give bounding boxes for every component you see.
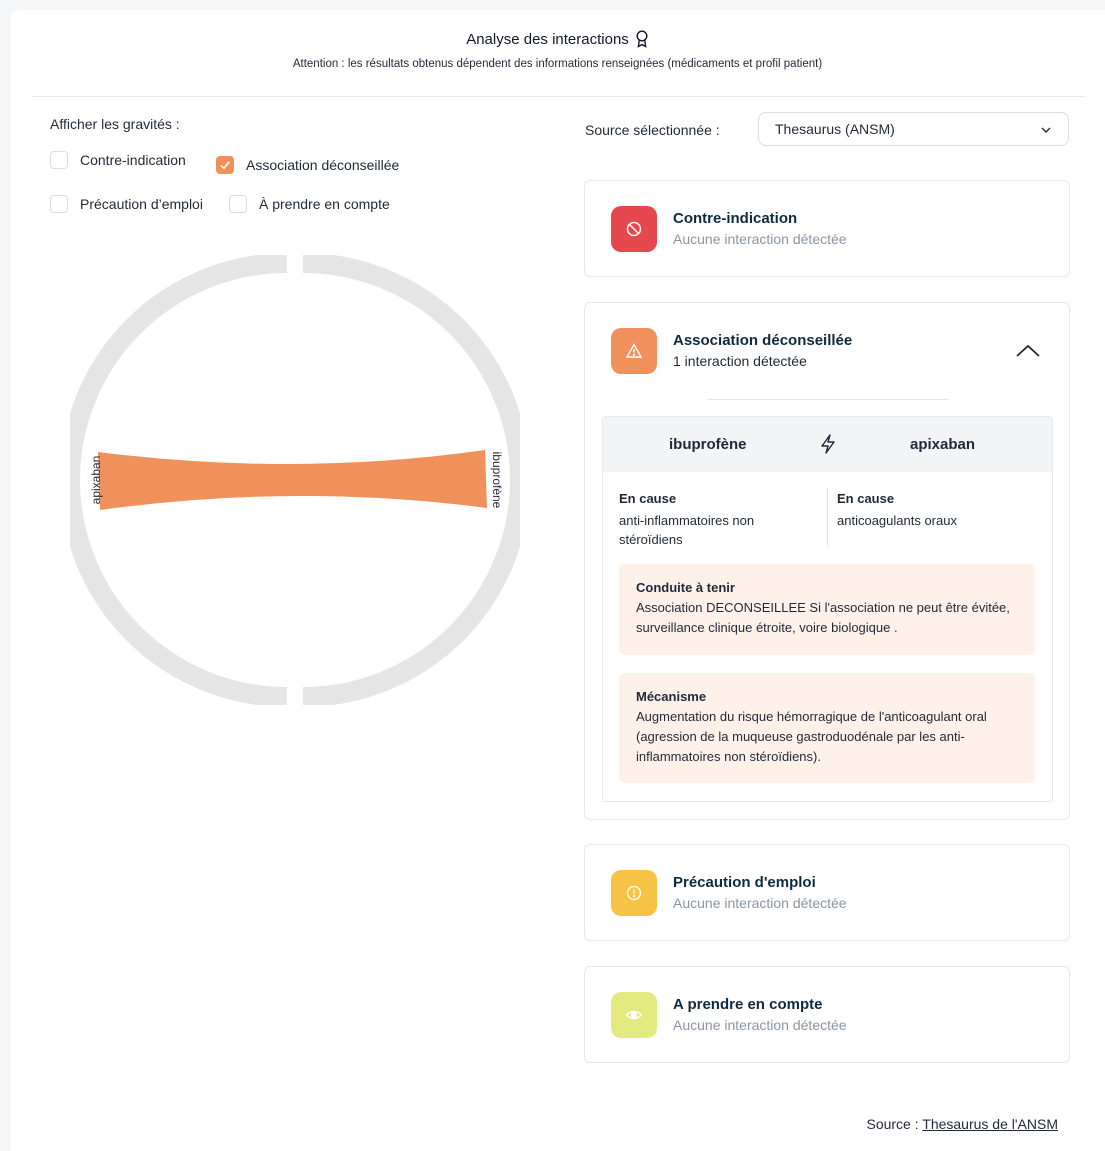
panel-subtitle: Aucune interaction détectée [673,1017,847,1033]
warning-subtitle: Attention : les résultats obtenus dépend… [292,57,823,70]
filter-precaution-emploi[interactable]: Précaution d’emploi [50,195,203,213]
severity-filter-label: Afficher les gravités : [50,116,180,132]
lightning-icon [821,434,835,454]
panel-a-prendre-en-compte[interactable]: A prendre en compte Aucune interaction d… [584,966,1070,1063]
footer-prefix: Source : [866,1116,919,1132]
filter-association-deconseillee[interactable]: Association déconseillée [216,156,399,174]
award-icon [636,30,648,48]
panel-association-deconseillee: Association déconseillée 1 interaction d… [584,302,1070,820]
interaction-analysis-card: Analyse des interactions Attention : les… [10,10,1105,1151]
chord-diagram: apixaban ibuprofène [70,255,520,705]
chevron-up-icon[interactable] [1015,343,1041,359]
source-label: Source sélectionnée : [585,122,720,138]
eye-icon [625,1010,643,1020]
filter-label: Contre-indication [80,152,186,168]
filter-label: Association déconseillée [246,157,400,173]
panel-title: Précaution d'emploi [673,874,816,891]
panel-subtitle: 1 interaction détectée [673,353,807,369]
severity-icon-box [611,328,657,374]
interaction-drugs-header: ibuprofène apixaban [603,417,1052,472]
page-title: Analyse des interactions [466,30,649,48]
severity-icon-box [611,870,657,916]
drug-b: apixaban [910,436,976,453]
ban-icon [626,221,642,237]
conduct-title: Conduite à tenir [636,580,735,595]
conduct-text: Association DECONSEILLEE Si l'associatio… [636,600,1010,635]
checkbox[interactable] [229,195,247,213]
filter-label: Précaution d’emploi [80,196,203,212]
panel-precaution-emploi[interactable]: Précaution d'emploi Aucune interaction d… [584,844,1070,941]
cause-b-title: En cause [837,491,895,506]
severity-icon-box [611,206,657,252]
source-select-value: Thesaurus (ANSM) [775,121,895,137]
check-icon [220,161,230,170]
header: Analyse des interactions Attention : les… [10,30,1105,70]
panel-title: A prendre en compte [673,996,823,1013]
cause-b-value: anticoagulants oraux [837,513,957,528]
checkbox-checked[interactable] [216,156,234,174]
mechanism-title: Mécanisme [636,689,707,704]
page-title-text: Analyse des interactions [466,30,629,48]
panel-separator [707,399,949,400]
chord-label-apixaban: apixaban [89,456,103,505]
filter-label: À prendre en compte [259,196,390,212]
chord-ribbon[interactable] [98,450,487,510]
panel-subtitle: Aucune interaction détectée [673,231,847,247]
chord-label-ibuprofene: ibuprofène [490,452,504,509]
checkbox[interactable] [50,195,68,213]
interaction-detail: ibuprofène apixaban En cause anti-inflam… [602,416,1053,802]
source-footer: Source : Thesaurus de l'ANSM [866,1116,1058,1132]
panel-contre-indication[interactable]: Contre-indication Aucune interaction dét… [584,180,1070,277]
checkbox[interactable] [50,151,68,169]
warning-icon [625,343,643,358]
filter-a-prendre-en-compte[interactable]: À prendre en compte [229,195,390,213]
conduct-box: Conduite à tenir Association DECONSEILLE… [619,564,1035,655]
mechanism-box: Mécanisme Augmentation du risque hémorra… [619,673,1035,783]
panel-title: Association déconseillée [673,332,853,349]
alert-circle-icon [626,885,642,901]
cause-divider [827,487,828,547]
thesaurus-link[interactable]: Thesaurus de l'ANSM [922,1116,1058,1132]
cause-a-title: En cause [619,491,677,506]
severity-icon-box [611,992,657,1038]
cause-a-value: anti-inflammatoires non stéroïdiens [619,513,755,547]
panel-title: Contre-indication [673,210,798,227]
panel-subtitle: Aucune interaction détectée [673,895,847,911]
drug-a: ibuprofène [669,436,747,453]
source-select[interactable]: Thesaurus (ANSM) [758,112,1069,146]
header-divider [32,96,1085,97]
filter-contre-indication[interactable]: Contre-indication [50,151,186,169]
mechanism-text: Augmentation du risque hémorragique de l… [636,709,987,764]
chevron-down-icon [1041,127,1051,133]
